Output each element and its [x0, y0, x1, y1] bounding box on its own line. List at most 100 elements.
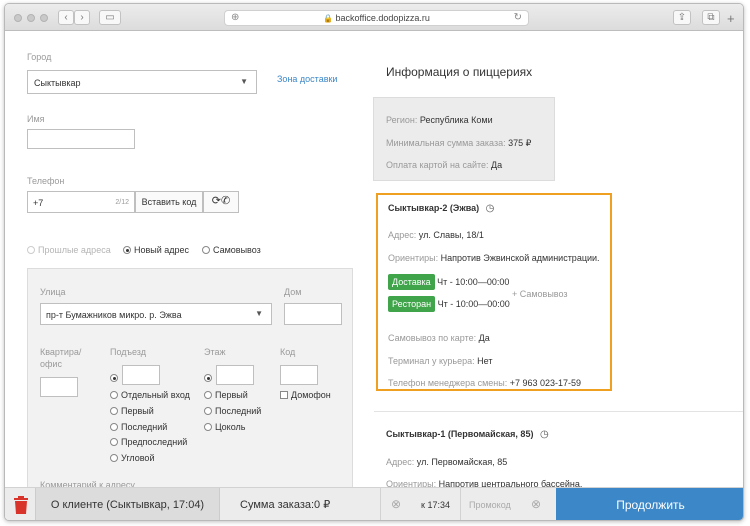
reload-icon[interactable]: ↻ — [514, 12, 522, 23]
street-label: Улица — [40, 287, 66, 297]
entrance-option[interactable]: Последний — [110, 422, 167, 432]
paste-code-button[interactable]: Вставить код — [135, 191, 203, 213]
manager-phone-value: +7 963 023-17-59 — [509, 378, 582, 388]
code-input[interactable] — [280, 365, 318, 385]
new-address-radio[interactable]: Новый адрес — [123, 245, 189, 255]
divider — [460, 488, 461, 520]
entrance-option-label: Первый — [121, 406, 154, 416]
street-select[interactable]: пр-т Бумажников микро. р. Эжва ▼ — [40, 303, 272, 325]
new-tab-icon[interactable]: + — [727, 11, 735, 26]
radio-icon — [110, 438, 118, 446]
intercom-checkbox[interactable]: Домофон — [280, 390, 331, 400]
entrance-input[interactable] — [122, 365, 160, 385]
lock-icon: 🔒 — [323, 14, 334, 23]
continue-button[interactable]: Продолжить — [556, 488, 743, 520]
entrance-option-label: Последний — [121, 422, 168, 432]
entrance-custom-radio[interactable] — [110, 374, 118, 382]
tabs-overview-icon[interactable]: ⧉ — [702, 10, 720, 25]
radio-icon — [110, 423, 118, 431]
call-button[interactable]: ⟳✆ — [203, 191, 239, 213]
pickup-radio[interactable]: Самовывоз — [202, 245, 261, 255]
landmarks-label: Ориентиры: — [388, 253, 439, 263]
intercom-label: Домофон — [291, 390, 331, 400]
clear-promo-icon[interactable]: ⊗ — [531, 497, 541, 511]
floor-option-label: Последний — [215, 406, 262, 416]
address-label: Адрес: — [388, 230, 417, 240]
radio-icon — [204, 391, 212, 399]
card-pickup-label: Самовывоз по карте: — [388, 333, 477, 343]
radio-icon — [202, 246, 210, 254]
pizzeria-name: Сыктывкар-2 (Эжва) ◷ — [388, 203, 494, 214]
forward-icon[interactable]: › — [74, 10, 90, 25]
address-value: ул. Славы, 18/1 — [418, 230, 484, 240]
address-bar[interactable]: ⊕ 🔒 backoffice.dodopizza.ru ↻ — [224, 10, 529, 26]
phone-value: +7 — [33, 198, 44, 208]
region-value: Республика Коми — [419, 115, 493, 125]
share-icon[interactable]: ⇪ — [673, 10, 691, 25]
pizzeria-card-selected[interactable]: Сыктывкар-2 (Эжва) ◷ Адрес: ул. Славы, 1… — [376, 193, 612, 391]
delivery-time[interactable]: к 17:34 — [421, 488, 450, 520]
phone-input[interactable]: +7 2/12 — [27, 191, 135, 213]
back-icon[interactable]: ‹ — [58, 10, 74, 25]
floor-option[interactable]: Последний — [204, 406, 261, 416]
pickup-label: Самовывоз — [213, 245, 261, 255]
radio-icon — [204, 423, 212, 431]
chevron-down-icon: ▼ — [255, 309, 263, 318]
clear-time-icon[interactable]: ⊗ — [391, 497, 401, 511]
checkbox-icon — [280, 391, 288, 399]
radio-icon — [204, 407, 212, 415]
card-pickup-value: Да — [478, 333, 490, 343]
radio-icon — [110, 454, 118, 462]
entrance-option[interactable]: Первый — [110, 406, 154, 416]
zoom-window-button[interactable] — [40, 14, 48, 22]
divider — [374, 411, 743, 412]
house-label: Дом — [284, 287, 302, 297]
pizzeria-name[interactable]: Сыктывкар-1 (Первомайская, 85) ◷ — [386, 429, 549, 440]
entrance-option[interactable]: Предпоследний — [110, 437, 187, 447]
delivery-zone-link[interactable]: Зона доставки — [277, 74, 337, 84]
promo-input[interactable]: Промокод — [469, 488, 511, 520]
clock-icon: ◷ — [485, 203, 495, 214]
entrance-option[interactable]: Угловой — [110, 453, 154, 463]
house-input[interactable] — [284, 303, 342, 325]
courier-terminal-label: Терминал у курьера: — [388, 356, 475, 366]
min-order-value: 375 ₽ — [508, 138, 532, 148]
entrance-option[interactable]: Отдельный вход — [110, 390, 190, 400]
minimize-window-button[interactable] — [27, 14, 35, 22]
manager-phone-label: Телефон менеджера смены: — [388, 378, 508, 388]
landmarks-value: Напротив Эжвинской администрации. — [440, 253, 600, 263]
entrance-option-label: Угловой — [121, 453, 155, 463]
sidebar-icon[interactable]: ▭ — [99, 10, 121, 25]
past-addresses-label: Прошлые адреса — [38, 245, 111, 255]
close-window-button[interactable] — [14, 14, 22, 22]
courier-terminal-value: Нет — [477, 356, 493, 366]
delivery-badge: Доставка — [388, 274, 435, 290]
card-payment-value: Да — [491, 160, 503, 170]
city-select[interactable]: Сыктывкар ▼ — [27, 70, 257, 94]
city-value: Сыктывкар — [34, 78, 81, 88]
floor-option-label: Первый — [215, 390, 248, 400]
pizzeria-name-text: Сыктывкар-2 (Эжва) — [388, 203, 480, 213]
radio-icon — [110, 391, 118, 399]
street-value: пр-т Бумажников микро. р. Эжва — [46, 310, 182, 320]
chevron-down-icon: ▼ — [240, 77, 248, 86]
floor-custom-radio[interactable] — [204, 374, 212, 382]
name-input[interactable] — [27, 129, 135, 149]
region-label: Регион: — [386, 115, 418, 125]
card-payment-label: Оплата картой на сайте: — [386, 160, 489, 170]
floor-option-label: Цоколь — [215, 422, 246, 432]
order-sum: Сумма заказа:0 ₽ — [240, 499, 331, 511]
apartment-input[interactable] — [40, 377, 78, 397]
client-info-tab[interactable]: О клиенте (Сыктывкар, 17:04) — [35, 488, 220, 520]
floor-option[interactable]: Первый — [204, 390, 248, 400]
clock-icon: ◷ — [539, 429, 549, 440]
restaurant-badge: Ресторан — [388, 296, 436, 312]
past-addresses-radio[interactable]: Прошлые адреса — [27, 245, 111, 255]
entrance-option-label: Предпоследний — [121, 437, 188, 447]
floor-option[interactable]: Цоколь — [204, 422, 245, 432]
delete-order-button[interactable] — [5, 488, 35, 520]
url-text: backoffice.dodopizza.ru — [335, 13, 430, 23]
floor-input[interactable] — [216, 365, 254, 385]
phone-counter: 2/12 — [115, 199, 129, 206]
delivery-hours: Чт - 10:00—00:00 — [437, 277, 510, 287]
